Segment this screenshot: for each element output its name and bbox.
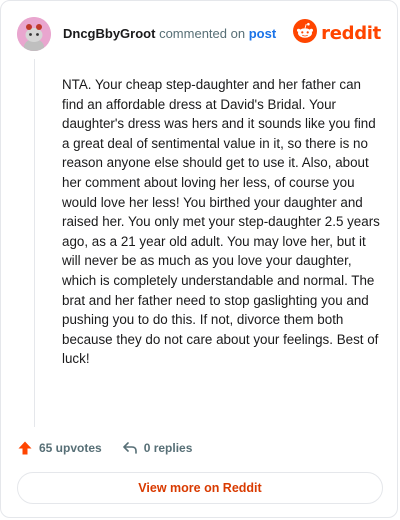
upvote-button[interactable]: 65 upvotes bbox=[17, 440, 102, 456]
upvote-arrow-icon bbox=[17, 440, 33, 456]
reply-button[interactable]: 0 replies bbox=[122, 440, 193, 456]
comment-actions: 65 upvotes 0 replies bbox=[17, 438, 192, 458]
post-link[interactable]: post bbox=[249, 26, 276, 41]
comment-body: NTA. Your cheap step-daughter and her fa… bbox=[62, 77, 380, 367]
comment-header: DncgBbyGroot commented on post reddit bbox=[17, 17, 381, 53]
snoo-avatar-icon[interactable] bbox=[17, 17, 51, 51]
reddit-logo-icon bbox=[293, 18, 318, 48]
reddit-wordmark: reddit bbox=[321, 22, 381, 44]
reddit-brand[interactable]: reddit bbox=[293, 18, 381, 48]
username[interactable]: DncgBbyGroot bbox=[63, 26, 155, 41]
comment-embed-card: DncgBbyGroot commented on post reddit NT… bbox=[0, 0, 398, 518]
thread-line bbox=[34, 59, 35, 427]
upvote-count: 65 upvotes bbox=[39, 441, 102, 455]
reply-arrow-icon bbox=[122, 440, 138, 456]
comment-meta: DncgBbyGroot commented on post bbox=[63, 25, 276, 43]
reply-count: 0 replies bbox=[143, 441, 193, 455]
commented-on-text: commented on bbox=[159, 26, 246, 41]
view-more-button[interactable]: View more on Reddit bbox=[17, 472, 383, 504]
